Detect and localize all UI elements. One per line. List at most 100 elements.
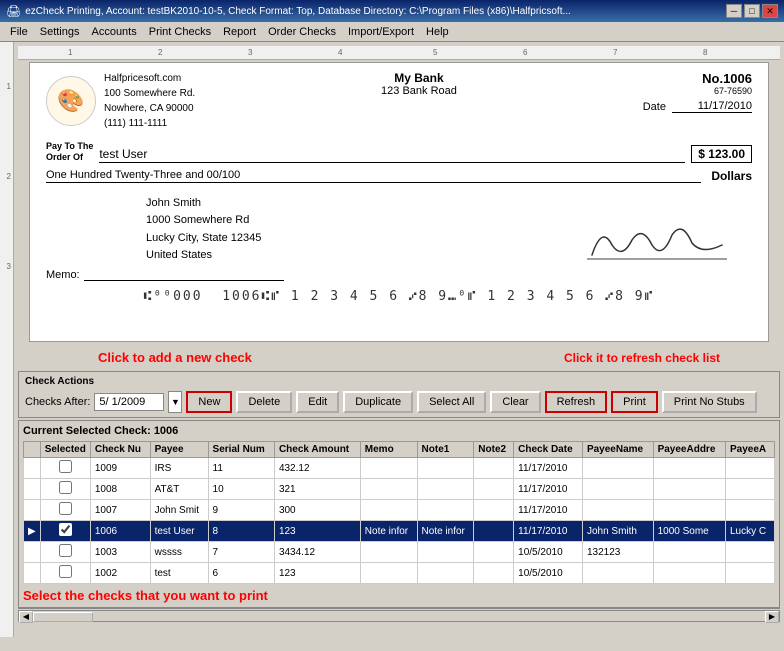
ruler-mark-1: 1	[7, 82, 11, 91]
row-cell-memo	[360, 563, 417, 584]
row-cell-payee: wssss	[150, 542, 208, 563]
clear-button[interactable]: Clear	[490, 391, 540, 413]
title-bar: 🖨 ezCheck Printing, Account: testBK2010-…	[0, 0, 784, 22]
row-cell-memo	[360, 500, 417, 521]
row-cell-note1	[417, 479, 474, 500]
row-cell-payee_name: John Smith	[582, 521, 653, 542]
row-cell-amount: 123	[274, 563, 360, 584]
row-checkbox[interactable]	[59, 565, 72, 578]
row-checkbox[interactable]	[59, 502, 72, 515]
check-table: Selected Check Nu Payee Serial Num Check…	[23, 441, 775, 584]
row-cell-serial: 8	[208, 521, 274, 542]
memo-label: Memo:	[46, 269, 80, 281]
palette-icon: 🎨	[46, 76, 96, 126]
signature-area	[582, 215, 732, 265]
table-row[interactable]: 1009IRS11432.1211/17/2010	[24, 458, 775, 479]
col-payeeaddr: PayeeAddre	[653, 442, 725, 458]
row-cell-payee_a	[726, 542, 775, 563]
table-row[interactable]: 1002test612310/5/2010	[24, 563, 775, 584]
check-actions-title: Check Actions	[25, 376, 773, 387]
check-preview: 🎨 Halfpricesoft.com 100 Somewhere Rd. No…	[29, 62, 769, 342]
menu-settings[interactable]: Settings	[34, 25, 86, 39]
refresh-button[interactable]: Refresh	[545, 391, 608, 413]
check-date: 11/17/2010	[672, 100, 752, 113]
table-row[interactable]: 1003wssss73434.1210/5/2010132123	[24, 542, 775, 563]
menu-import-export[interactable]: Import/Export	[342, 25, 420, 39]
table-row[interactable]: 1008AT&T1032111/17/2010	[24, 479, 775, 500]
row-checkbox[interactable]	[59, 544, 72, 557]
check-table-head: Selected Check Nu Payee Serial Num Check…	[24, 442, 775, 458]
select-checks-hint: Select the checks that you want to print	[23, 588, 775, 603]
print-button[interactable]: Print	[611, 391, 658, 413]
row-checkbox-cell[interactable]	[40, 500, 90, 521]
content-area[interactable]: 1 2 3 4 5 6 7 8 🎨 Halfpricesoft.com 100 …	[14, 42, 784, 637]
col-selected: Selected	[40, 442, 90, 458]
scroll-left-button[interactable]: ◀	[19, 611, 33, 623]
company-phone: (111) 111-1111	[104, 116, 195, 131]
row-cell-date: 11/17/2010	[514, 521, 583, 542]
row-cell-memo	[360, 542, 417, 563]
new-button[interactable]: New	[186, 391, 232, 413]
row-cell-serial: 7	[208, 542, 274, 563]
address-block: John Smith 1000 Somewhere Rd Lucky City,…	[146, 195, 261, 265]
select-all-button[interactable]: Select All	[417, 391, 486, 413]
checks-after-input[interactable]	[94, 393, 164, 411]
payee-name: test User	[99, 147, 685, 163]
menu-order-checks[interactable]: Order Checks	[262, 25, 342, 39]
date-dropdown-button[interactable]: ▼	[168, 391, 182, 413]
pay-to-row: Pay To TheOrder Of test User $ 123.00	[46, 141, 752, 163]
check-header: 🎨 Halfpricesoft.com 100 Somewhere Rd. No…	[46, 71, 752, 131]
close-button[interactable]: ✕	[762, 4, 778, 18]
row-cell-payee: test User	[150, 521, 208, 542]
row-cell-note2	[474, 458, 514, 479]
row-cell-payee_name: 132123	[582, 542, 653, 563]
scroll-right-button[interactable]: ▶	[765, 611, 779, 623]
row-cell-serial: 11	[208, 458, 274, 479]
row-checkbox-cell[interactable]	[40, 458, 90, 479]
edit-button[interactable]: Edit	[296, 391, 339, 413]
row-checkbox[interactable]	[59, 481, 72, 494]
menu-report[interactable]: Report	[217, 25, 262, 39]
menu-print-checks[interactable]: Print Checks	[143, 25, 217, 39]
ruler-2: 2	[158, 48, 162, 57]
row-cell-amount: 432.12	[274, 458, 360, 479]
table-row[interactable]: ▶1006test User8123Note inforNote infor11…	[24, 521, 775, 542]
ruler-4: 4	[338, 48, 342, 57]
duplicate-button[interactable]: Duplicate	[343, 391, 413, 413]
title-bar-text: ezCheck Printing, Account: testBK2010-10…	[25, 6, 571, 17]
ruler-mark-2: 2	[7, 172, 11, 181]
row-checkbox-cell[interactable]	[40, 542, 90, 563]
scroll-thumb[interactable]	[33, 612, 93, 622]
row-cell-note2	[474, 500, 514, 521]
menu-bar: File Settings Accounts Print Checks Repo…	[0, 22, 784, 42]
delete-button[interactable]: Delete	[236, 391, 292, 413]
check-table-header-row: Selected Check Nu Payee Serial Num Check…	[24, 442, 775, 458]
minimize-button[interactable]: ─	[726, 4, 742, 18]
table-row[interactable]: 1007John Smit930011/17/2010	[24, 500, 775, 521]
row-checkbox-cell[interactable]	[40, 479, 90, 500]
maximize-button[interactable]: □	[744, 4, 760, 18]
check-no: No.1006	[643, 71, 752, 86]
horizontal-scrollbar[interactable]: ◀ ▶	[18, 608, 780, 622]
company-addr1: 100 Somewhere Rd.	[104, 86, 195, 101]
check-no-value: 1006	[723, 71, 752, 86]
row-cell-payee: IRS	[150, 458, 208, 479]
row-cell-payee_addr	[653, 458, 725, 479]
menu-file[interactable]: File	[4, 25, 34, 39]
row-cell-date: 11/17/2010	[514, 479, 583, 500]
menu-accounts[interactable]: Accounts	[85, 25, 142, 39]
row-cell-payee_name	[582, 479, 653, 500]
col-payeea: PayeeA	[726, 442, 775, 458]
row-cell-note2	[474, 521, 514, 542]
row-checkbox[interactable]	[59, 460, 72, 473]
col-amount: Check Amount	[274, 442, 360, 458]
check-table-wrapper[interactable]: Selected Check Nu Payee Serial Num Check…	[23, 441, 775, 584]
print-no-stubs-button[interactable]: Print No Stubs	[662, 391, 757, 413]
menu-help[interactable]: Help	[420, 25, 455, 39]
col-payee: Payee	[150, 442, 208, 458]
row-checkbox-cell[interactable]	[40, 521, 90, 542]
row-checkbox[interactable]	[59, 523, 72, 536]
bank-name: My Bank	[381, 71, 457, 85]
row-checkbox-cell[interactable]	[40, 563, 90, 584]
pay-to-label: Pay To TheOrder Of	[46, 141, 93, 163]
